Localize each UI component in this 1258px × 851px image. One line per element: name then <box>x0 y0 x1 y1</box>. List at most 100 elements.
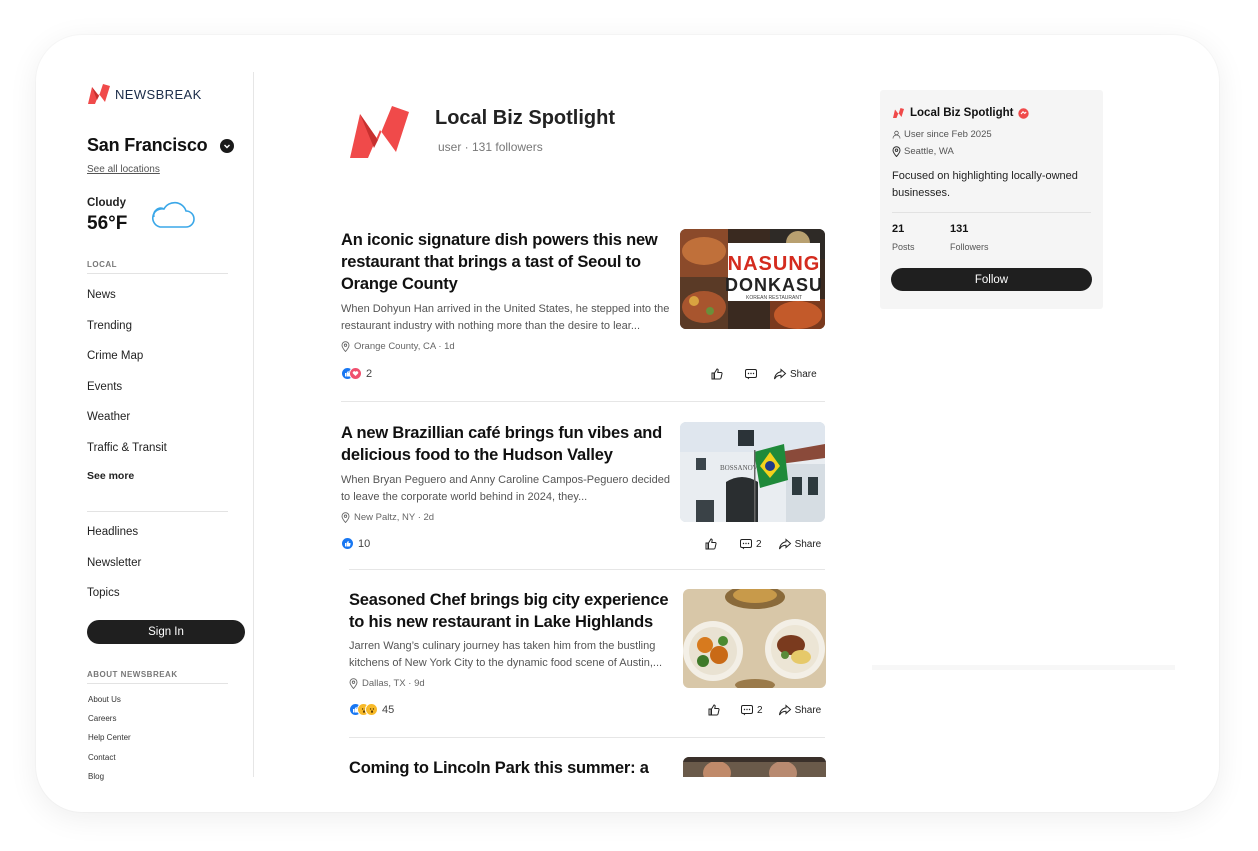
thumb-sign-text: BOSSANOVA <box>720 464 762 472</box>
followers-label: Followers <box>950 242 989 252</box>
brand[interactable]: NEWSBREAK <box>87 82 202 106</box>
reaction-count: 2 <box>366 367 373 380</box>
sidebar-item-events[interactable]: Events <box>87 381 122 393</box>
article-title[interactable]: Seasoned Chef brings big city experience… <box>349 589 684 633</box>
thumbs-up-icon <box>705 538 717 550</box>
share-icon <box>778 704 791 716</box>
newsbreak-logo-icon <box>893 108 904 118</box>
brand-name: NEWSBREAK <box>115 86 202 102</box>
food-plates-image <box>683 589 826 688</box>
see-all-locations-link[interactable]: See all locations <box>87 164 160 175</box>
careers-link[interactable]: Careers <box>88 714 116 723</box>
share-icon <box>778 538 791 550</box>
korean-food-image: NASUNG DONKASU KOREAN RESTAURANT <box>680 229 825 329</box>
article-title[interactable]: An iconic signature dish powers this new… <box>341 229 671 295</box>
like-button[interactable] <box>707 703 721 717</box>
like-button[interactable] <box>704 537 718 551</box>
article-title[interactable]: A new Brazillian café brings fun vibes a… <box>341 422 676 466</box>
thumbs-up-icon <box>711 368 723 380</box>
reaction-summary[interactable]: 2 <box>341 367 372 380</box>
card-description: Focused on highlighting locally-owned bu… <box>892 170 1078 199</box>
divider <box>87 273 228 274</box>
local-section-label: LOCAL <box>87 260 118 269</box>
sidebar-item-newsletter[interactable]: Newsletter <box>87 557 141 569</box>
article-thumbnail[interactable]: NASUNG DONKASU KOREAN RESTAURANT <box>680 229 825 329</box>
newsbreak-logo-icon <box>88 84 110 104</box>
followers-count: 131 <box>950 223 969 235</box>
comment-count: 2 <box>756 538 762 550</box>
sidebar: NEWSBREAK San Francisco See all location… <box>87 35 254 781</box>
about-section-label: ABOUT NEWSBREAK <box>87 670 178 679</box>
article-actions: 2 Share <box>707 703 821 717</box>
weather-temperature: 56°F <box>87 213 128 234</box>
article-thumbnail[interactable]: BOSSANOVA <box>680 422 825 522</box>
location-pin-icon <box>349 678 358 689</box>
article-location-time: New Paltz, NY · 2d <box>354 512 435 523</box>
sidebar-item-headlines[interactable]: Headlines <box>87 526 138 538</box>
share-label: Share <box>790 368 817 380</box>
help-center-link[interactable]: Help Center <box>88 733 131 742</box>
divider <box>349 569 825 570</box>
reaction-count: 10 <box>358 537 371 550</box>
share-button[interactable]: Share <box>778 537 822 551</box>
user-icon <box>892 130 901 139</box>
sidebar-item-crime-map[interactable]: Crime Map <box>87 350 143 362</box>
location-pin-icon <box>892 146 901 157</box>
reaction-summary[interactable]: 45 <box>349 703 394 716</box>
follow-button[interactable]: Follow <box>891 268 1092 291</box>
posts-count: 21 <box>892 223 905 235</box>
article-summary: When Bryan Peguero and Anny Caroline Cam… <box>341 474 670 503</box>
reaction-summary[interactable]: 10 <box>341 537 370 550</box>
divider <box>892 212 1091 213</box>
article-thumbnail[interactable] <box>683 589 826 688</box>
cafe-storefront-image: BOSSANOVA <box>680 422 825 522</box>
location-selector[interactable]: San Francisco <box>87 135 235 156</box>
thumb-sign-text: DONKASU <box>725 275 823 295</box>
sidebar-item-news[interactable]: News <box>87 289 116 301</box>
comment-icon <box>740 539 752 550</box>
article-summary: When Dohyun Han arrived in the United St… <box>341 303 670 332</box>
comment-button[interactable] <box>744 367 758 381</box>
people-image <box>683 757 826 777</box>
contact-link[interactable]: Contact <box>88 753 116 762</box>
location-name: San Francisco <box>87 135 208 155</box>
thumb-sign-text: KOREAN RESTAURANT <box>746 295 802 301</box>
like-button[interactable] <box>710 367 724 381</box>
card-location: Seattle, WA <box>892 146 954 157</box>
share-label: Share <box>794 704 822 716</box>
divider <box>872 665 1175 670</box>
article-actions: Share <box>710 367 817 381</box>
profile-name: Local Biz Spotlight <box>435 107 615 129</box>
chevron-down-icon[interactable] <box>220 138 235 153</box>
card-title: Local Biz Spotlight <box>892 107 1029 119</box>
divider <box>349 737 825 738</box>
comment-count: 2 <box>757 704 763 716</box>
sidebar-item-trending[interactable]: Trending <box>87 320 132 332</box>
sidebar-item-weather[interactable]: Weather <box>87 411 130 423</box>
sidebar-item-traffic[interactable]: Traffic & Transit <box>87 442 167 454</box>
reaction-count: 45 <box>382 703 395 716</box>
app-window: NEWSBREAK San Francisco See all location… <box>36 35 1219 812</box>
see-more-link[interactable]: See more <box>87 470 134 482</box>
article-meta: New Paltz, NY · 2d <box>341 512 434 523</box>
sidebar-item-topics[interactable]: Topics <box>87 587 120 599</box>
comment-button[interactable]: 2 <box>740 703 763 717</box>
weather-condition: Cloudy <box>87 197 126 209</box>
verified-badge-icon <box>1017 107 1029 119</box>
posts-label: Posts <box>892 242 915 252</box>
sign-in-button[interactable]: Sign In <box>87 620 245 644</box>
share-button[interactable]: Share <box>778 703 822 717</box>
share-label: Share <box>794 538 822 550</box>
article-title[interactable]: Coming to Lincoln Park this summer: a <box>349 757 684 779</box>
article-thumbnail[interactable] <box>683 757 826 777</box>
sidebar-divider <box>253 72 254 777</box>
comment-button[interactable]: 2 <box>739 537 762 551</box>
share-button[interactable]: Share <box>773 367 817 381</box>
about-us-link[interactable]: About Us <box>88 695 121 704</box>
card-member-since: User since Feb 2025 <box>892 129 992 140</box>
thumbs-up-icon <box>708 704 720 716</box>
article-summary: Jarren Wang’s culinary journey has taken… <box>349 640 663 669</box>
article-meta: Dallas, TX · 9d <box>349 678 425 689</box>
blog-link[interactable]: Blog <box>88 772 104 781</box>
comment-icon <box>745 369 757 380</box>
